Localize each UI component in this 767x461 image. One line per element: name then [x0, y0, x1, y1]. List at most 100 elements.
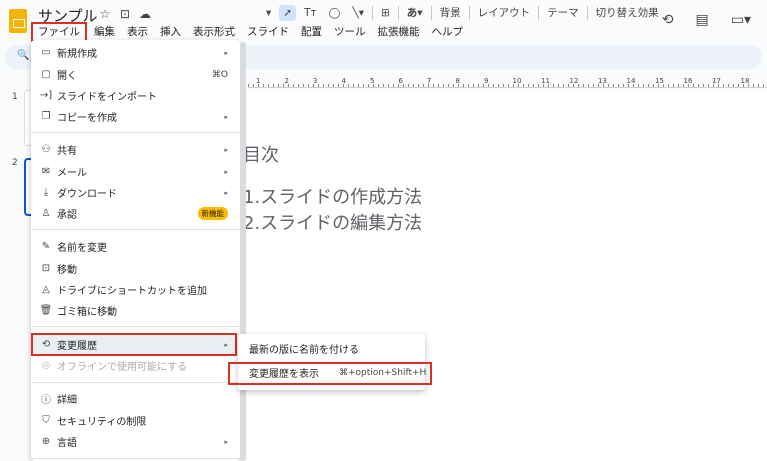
slide-canvas[interactable] [240, 90, 767, 461]
menu-format[interactable]: 表示形式 [187, 23, 241, 41]
toolbar-divider [430, 5, 432, 20]
horizontal-ruler[interactable]: 1 2 3 4 5 6 7 8 9 10 11 12 13 14 15 16 17 18 [248, 77, 767, 88]
menu-item-trash[interactable]: 🗑 ゴミ箱に移動 [31, 300, 240, 321]
toolbar-dropdown-icon[interactable]: ▾ [262, 5, 275, 21]
transition-button[interactable]: 切り替え効果 [592, 3, 663, 22]
ruler-tick-label: 7 [427, 77, 432, 85]
ruler-tick-label: 18 [740, 77, 750, 85]
ruler-tick-label: 6 [398, 77, 403, 85]
submenu-arrow-icon: ▸ [224, 48, 228, 57]
comment-add-icon[interactable]: ⊞ [377, 5, 394, 21]
menu-item-new[interactable]: ▭ 新規作成 ▸ [31, 42, 240, 63]
ruler-tick-label: 12 [569, 77, 579, 85]
info-icon: ⓘ [41, 395, 51, 406]
background-button[interactable]: 背景 [436, 3, 465, 22]
menu-item-version-history[interactable]: ⟲ 変更履歴 ▸ [31, 334, 240, 355]
file-menu: ▭ 新規作成 ▸ ▢ 開く ⌘O →] スライドをインポート ❐ コピーを作成 … [31, 40, 240, 461]
cloud-status-icon[interactable]: ☁ [138, 7, 152, 21]
drive-shortcut-icon: ◬ [42, 284, 50, 295]
copy-icon: ❐ [41, 111, 51, 122]
version-history-submenu: 最新の版に名前を付ける 変更履歴を表示 ⌘+option+Shift+H [238, 334, 427, 390]
ruler-tick-label: 5 [370, 77, 375, 85]
menu-divider [31, 229, 240, 230]
menu-item-move-label: 移動 [57, 265, 77, 276]
slide-heading[interactable]: 目次 [243, 141, 279, 167]
layout-button[interactable]: レイアウト [474, 3, 535, 22]
history-icon[interactable]: ⟲ [662, 12, 674, 28]
menu-item-approvals[interactable]: ♙ 承認 新機能 [31, 203, 240, 224]
submenu-see-version-history[interactable]: 変更履歴を表示 ⌘+option+Shift+H [238, 362, 427, 383]
submenu-arrow-icon: ▸ [224, 167, 228, 176]
menu-edit[interactable]: 編集 [88, 23, 121, 41]
menu-item-rename[interactable]: ✎ 名前を変更 [31, 236, 240, 257]
menu-item-security-label: セキュリティの制限 [57, 417, 147, 428]
menu-item-download[interactable]: ⤓ ダウンロード ▸ [31, 182, 240, 203]
comment-icon[interactable]: ▤ [696, 12, 709, 28]
menu-insert[interactable]: 挿入 [154, 23, 187, 41]
file-menu-scrollbar[interactable] [240, 42, 246, 461]
move-to-folder-icon[interactable]: ⊡ [118, 7, 132, 21]
input-tools-icon[interactable]: あ▾ [403, 3, 427, 22]
ruler-tick-label: 17 [712, 77, 721, 85]
move-folder-icon: ⊡ [41, 263, 51, 274]
menu-tools[interactable]: ツール [328, 23, 372, 41]
input-tools-glyph: あ [406, 7, 418, 19]
menu-item-approvals-label: 承認 [57, 210, 77, 221]
menu-item-share[interactable]: ⚇ 共有 ▸ [31, 139, 240, 160]
submenu-name-current-version[interactable]: 最新の版に名前を付ける [238, 338, 425, 359]
submenu-arrow-icon: ▸ [224, 437, 228, 446]
menu-divider [31, 132, 240, 133]
theme-button[interactable]: テーマ [543, 3, 583, 22]
menu-item-copy[interactable]: ❐ コピーを作成 ▸ [31, 106, 240, 127]
submenu-arrow-icon: ▸ [224, 112, 228, 121]
new-slides-icon: ▭ [41, 47, 51, 58]
menu-item-email[interactable]: ✉ メール ▸ [31, 161, 240, 182]
menu-extensions[interactable]: 拡張機能 [372, 23, 426, 41]
textbox-icon[interactable]: Tт [300, 5, 321, 21]
menu-view[interactable]: 表示 [121, 23, 154, 41]
select-tool-icon[interactable]: ➚ [279, 4, 297, 21]
menu-item-language[interactable]: ⊕ 言語 ▸ [31, 431, 240, 452]
submenu-arrow-icon: ▸ [224, 188, 228, 197]
menu-item-import[interactable]: →] スライドをインポート [31, 85, 240, 106]
share-person-icon: ⚇ [41, 144, 51, 155]
ruler-tick-label: 14 [626, 77, 636, 85]
menu-file[interactable]: ファイル [30, 23, 88, 41]
offline-icon: ◎ [41, 360, 51, 371]
menu-item-security[interactable]: ⛉ セキュリティの制限 [31, 410, 240, 431]
ruler-tick-label: 13 [598, 77, 607, 85]
toolbar-divider [371, 5, 373, 20]
menubar: ファイル 編集 表示 挿入 表示形式 スライド 配置 ツール 拡張機能 ヘルプ [30, 23, 469, 41]
menu-item-download-label: ダウンロード [57, 189, 117, 200]
menu-item-rename-label: 名前を変更 [57, 243, 107, 254]
approvals-icon: ♙ [41, 208, 51, 219]
slide-line-2[interactable]: 2.スライドの編集方法 [243, 209, 422, 235]
ruler-tick-label: 4 [341, 77, 346, 85]
menu-item-move[interactable]: ⊡ 移動 [31, 258, 240, 279]
ruler-tick-label: 16 [683, 77, 693, 85]
folder-icon: ▢ [41, 69, 51, 80]
slide-line-1[interactable]: 1.スライドの作成方法 [243, 183, 422, 209]
ruler-tick-label: 11 [541, 77, 550, 85]
menu-item-open[interactable]: ▢ 開く ⌘O [31, 64, 240, 85]
ruler-tick-label: 15 [655, 77, 664, 85]
menu-item-add-shortcut[interactable]: ◬ ドライブにショートカットを追加 [31, 279, 240, 300]
meet-icon[interactable]: ▭▾ [731, 12, 751, 28]
menu-arrange[interactable]: 配置 [295, 23, 328, 41]
menu-help[interactable]: ヘルプ [426, 23, 470, 41]
menu-item-details[interactable]: ⓘ 詳細 [31, 388, 240, 409]
star-icon[interactable]: ☆ [98, 7, 112, 21]
menu-item-copy-label: コピーを作成 [57, 113, 117, 124]
ruler-tick-label: 1 [256, 77, 261, 85]
menu-item-open-label: 開く [57, 71, 77, 82]
toolbar-divider [468, 5, 470, 20]
trash-icon: 🗑 [39, 305, 53, 316]
shape-icon[interactable]: ◯ [325, 5, 345, 21]
menu-item-email-label: メール [57, 168, 87, 179]
slides-logo-icon[interactable] [9, 9, 27, 33]
see-history-shortcut: ⌘+option+Shift+H [339, 367, 427, 378]
search-menus-icon[interactable]: 🔍 [17, 50, 29, 61]
menu-slide[interactable]: スライド [241, 23, 295, 41]
line-icon[interactable]: ╲▾ [348, 5, 368, 21]
menu-item-version-history-label: 変更履歴 [57, 341, 97, 352]
